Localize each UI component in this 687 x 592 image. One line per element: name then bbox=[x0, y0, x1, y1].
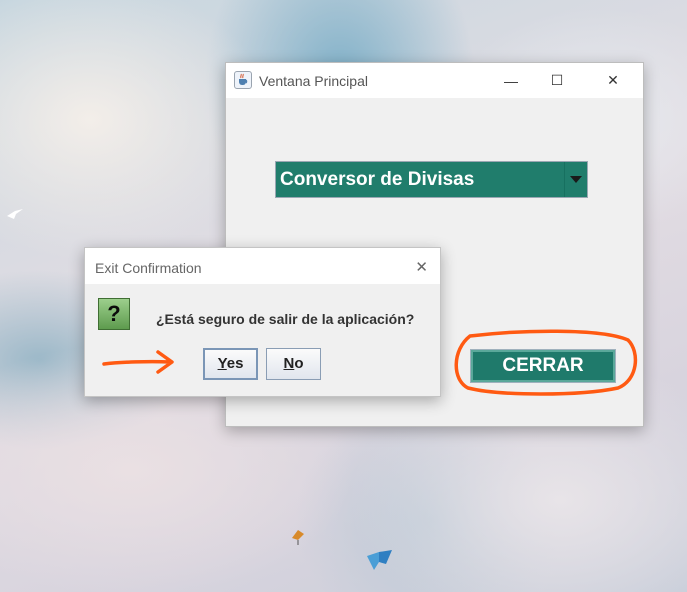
close-window-button[interactable]: ✕ bbox=[590, 65, 636, 96]
question-icon: ? bbox=[98, 298, 130, 330]
no-button[interactable]: No bbox=[266, 348, 321, 380]
main-window-title: Ventana Principal bbox=[259, 73, 368, 89]
butterfly-icon bbox=[367, 550, 392, 570]
dialog-titlebar[interactable]: Exit Confirmation ✕ bbox=[85, 248, 440, 284]
butterfly-icon bbox=[292, 530, 304, 545]
yes-button[interactable]: Yes bbox=[203, 348, 258, 380]
dialog-message: ¿Está seguro de salir de la aplicación? bbox=[156, 311, 415, 327]
minimize-button[interactable]: — bbox=[488, 65, 534, 96]
main-titlebar[interactable]: Ventana Principal — ☐ ✕ bbox=[226, 63, 643, 98]
cerrar-button[interactable]: CERRAR bbox=[470, 349, 616, 383]
converter-select-value: Conversor de Divisas bbox=[280, 169, 475, 190]
no-label: o bbox=[294, 355, 304, 372]
dialog-title: Exit Confirmation bbox=[95, 260, 202, 276]
java-cup-icon bbox=[234, 71, 252, 89]
exit-confirmation-dialog: Exit Confirmation ✕ ? ¿Está seguro de sa… bbox=[84, 247, 441, 397]
maximize-button[interactable]: ☐ bbox=[534, 65, 580, 96]
yes-mnemonic: Y bbox=[217, 355, 227, 372]
no-mnemonic: N bbox=[283, 355, 295, 372]
converter-select[interactable]: Conversor de Divisas bbox=[275, 161, 588, 198]
dropdown-arrow-button[interactable] bbox=[564, 162, 587, 197]
bird-icon bbox=[7, 209, 23, 219]
dialog-close-button[interactable]: ✕ bbox=[415, 258, 428, 276]
yes-label: es bbox=[226, 355, 244, 372]
chevron-down-icon bbox=[570, 175, 582, 183]
